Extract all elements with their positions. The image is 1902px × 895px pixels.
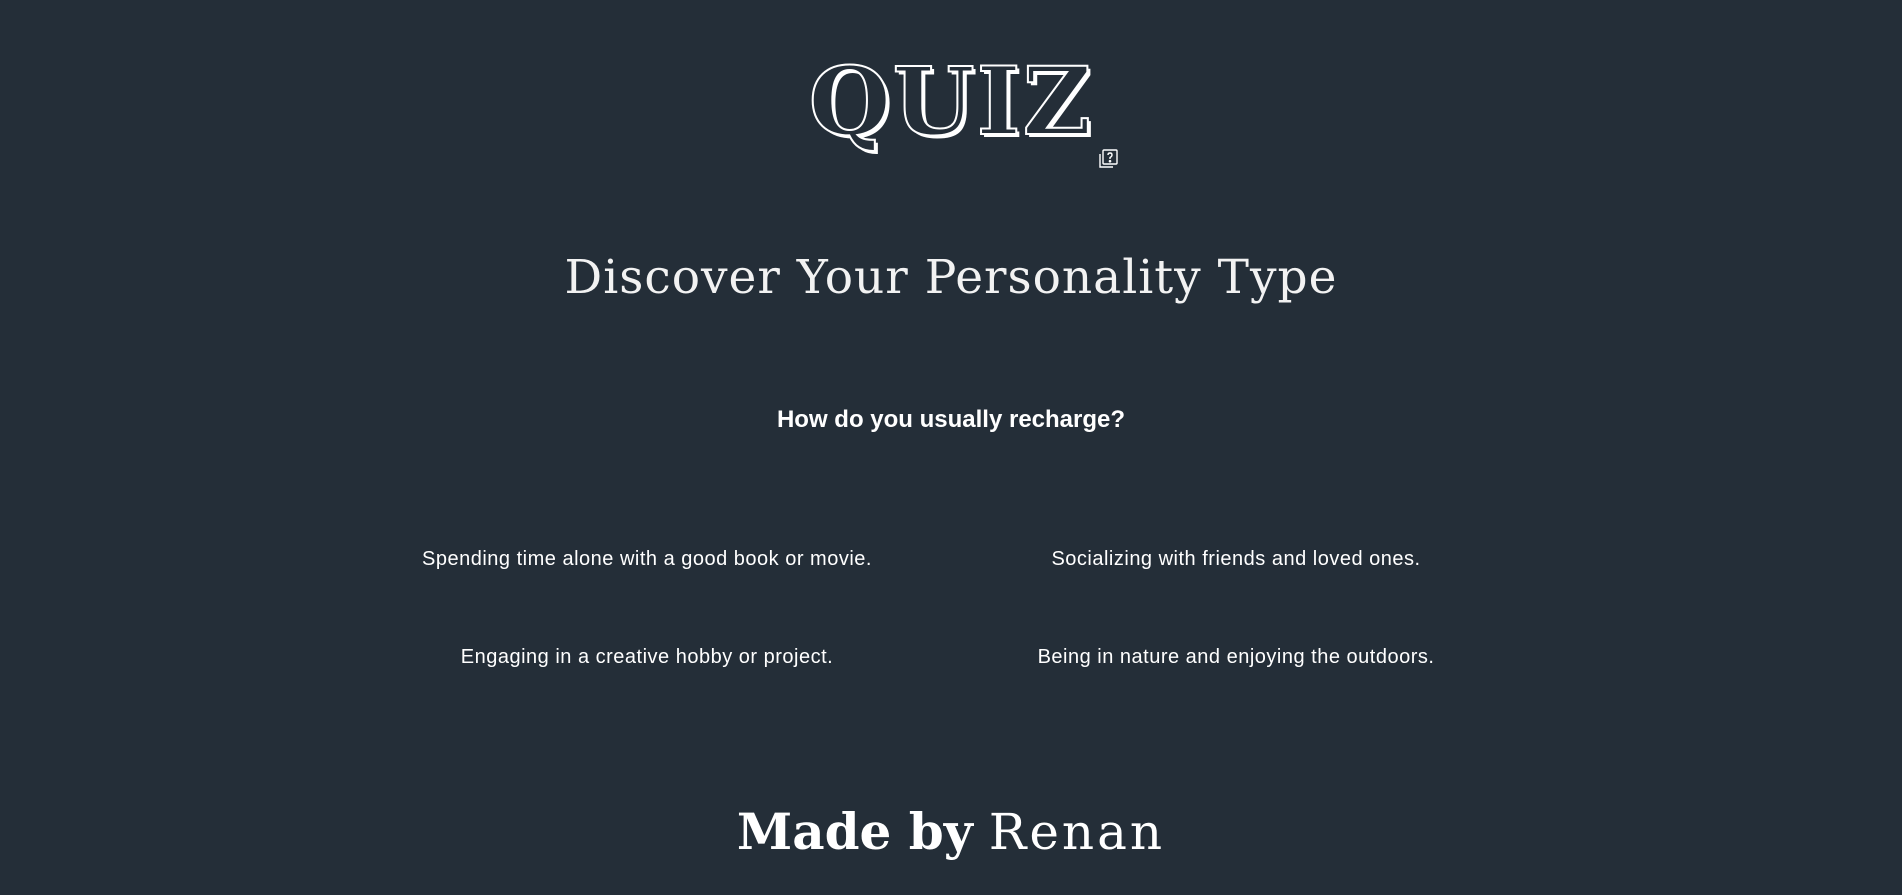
page-title: Discover Your Personality Type bbox=[564, 250, 1338, 305]
footer-made-by: Made by bbox=[736, 802, 973, 861]
quiz-logo-text: QUIZ bbox=[808, 47, 1094, 157]
quiz-logo: QUIZ bbox=[808, 51, 1118, 168]
question-cards-icon bbox=[1099, 149, 1118, 168]
answer-option-1[interactable]: Spending time alone with a good book or … bbox=[367, 535, 927, 583]
answer-option-2[interactable]: Socializing with friends and loved ones. bbox=[956, 535, 1516, 583]
answer-option-4[interactable]: Being in nature and enjoying the outdoor… bbox=[956, 633, 1516, 681]
footer-author-link[interactable]: Renan bbox=[989, 803, 1165, 861]
footer: Made by Renan bbox=[0, 800, 1902, 864]
answer-option-3[interactable]: Engaging in a creative hobby or project. bbox=[367, 633, 927, 681]
question-text: How do you usually recharge? bbox=[776, 406, 1126, 433]
logo-container: QUIZ bbox=[0, 51, 1902, 168]
